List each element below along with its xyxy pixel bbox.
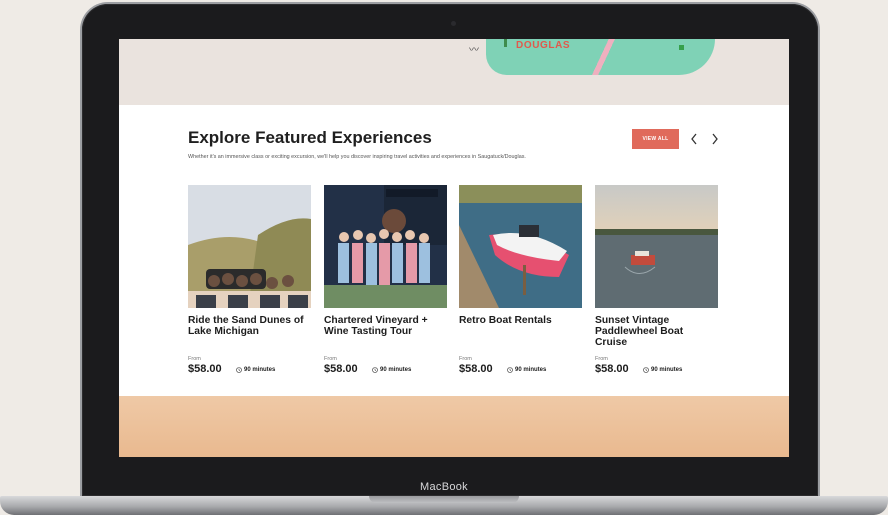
card-title[interactable]: Sunset Vintage Paddlewheel Boat Cruise: [595, 315, 718, 348]
map-marker-icon: [679, 45, 684, 50]
hero-map-banner: 〰 DOUGLAS: [119, 39, 789, 105]
duration-text: 90 minutes: [244, 367, 276, 373]
chevron-left-icon: [691, 133, 697, 145]
price-from-label: From: [324, 356, 337, 362]
map-pin-icon: [504, 39, 507, 47]
map-label: DOUGLAS: [516, 40, 571, 51]
section-subtitle: Whether it's an immersive class or excit…: [188, 154, 526, 160]
card-duration: 90 minutes: [643, 367, 682, 373]
card-image-sunset-cruise[interactable]: [595, 185, 718, 308]
card-title[interactable]: Chartered Vineyard + Wine Tasting Tour: [324, 315, 447, 339]
carousel-next-button[interactable]: [708, 132, 722, 146]
duration-text: 90 minutes: [380, 367, 412, 373]
price-from-label: From: [595, 356, 608, 362]
card-price: $58.00: [595, 363, 629, 375]
card-title[interactable]: Ride the Sand Dunes of Lake Michigan: [188, 315, 311, 339]
duration-text: 90 minutes: [515, 367, 547, 373]
card-title[interactable]: Retro Boat Rentals: [459, 315, 582, 339]
experience-card[interactable]: Chartered Vineyard + Wine Tasting Tour F…: [324, 185, 447, 375]
clock-icon: [372, 367, 378, 373]
next-section-banner: [119, 396, 789, 457]
card-price: $58.00: [188, 363, 222, 375]
browser-screen: 〰 DOUGLAS Explore Featured Experiences W…: [119, 39, 789, 457]
price-from-label: From: [459, 356, 472, 362]
duration-text: 90 minutes: [651, 367, 683, 373]
clock-icon: [236, 367, 242, 373]
card-price: $58.00: [324, 363, 358, 375]
device-brand-label: MacBook: [420, 481, 468, 493]
price-from-label: From: [188, 356, 201, 362]
experience-card[interactable]: Retro Boat Rentals From $58.00 90 minute…: [459, 185, 582, 375]
clock-icon: [643, 367, 649, 373]
card-image-boat-rental[interactable]: [459, 185, 582, 308]
experience-card[interactable]: Ride the Sand Dunes of Lake Michigan Fro…: [188, 185, 311, 375]
section-title: Explore Featured Experiences: [188, 128, 432, 147]
laptop-chin: MacBook: [94, 478, 794, 496]
card-duration: 90 minutes: [236, 367, 275, 373]
carousel-prev-button[interactable]: [687, 132, 701, 146]
clock-icon: [507, 367, 513, 373]
camera-icon: [451, 21, 456, 26]
card-price: $58.00: [459, 363, 493, 375]
chevron-right-icon: [712, 133, 718, 145]
map-road: [575, 39, 635, 75]
laptop-base-notch: [369, 496, 519, 503]
card-duration: 90 minutes: [507, 367, 546, 373]
water-wave-icon: 〰: [469, 45, 479, 56]
card-image-vineyard[interactable]: [324, 185, 447, 308]
view-all-button[interactable]: VIEW ALL: [632, 129, 679, 149]
card-image-dunes[interactable]: [188, 185, 311, 308]
experience-card[interactable]: Sunset Vintage Paddlewheel Boat Cruise F…: [595, 185, 718, 375]
card-duration: 90 minutes: [372, 367, 411, 373]
